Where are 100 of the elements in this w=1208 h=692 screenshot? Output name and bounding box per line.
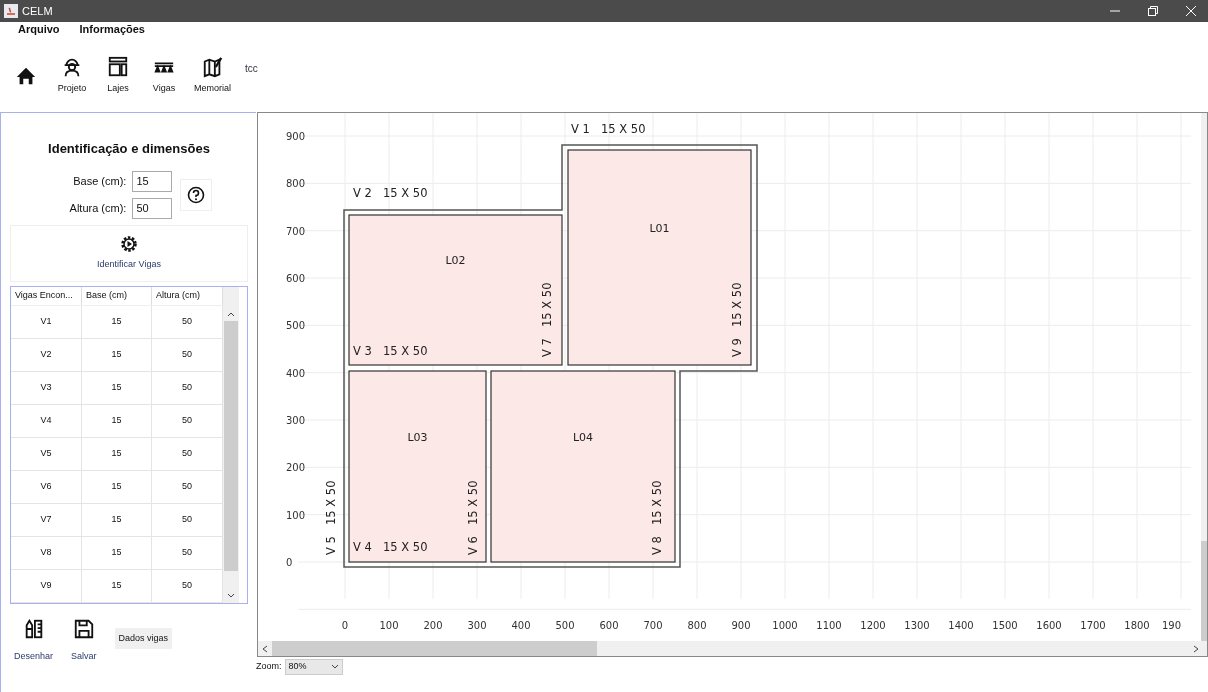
beam-name: V 8: [650, 536, 664, 555]
slab-label: L03: [407, 430, 428, 444]
x-axis-label: 1200: [860, 620, 886, 631]
help-button[interactable]: [180, 178, 213, 211]
project-name: tcc: [245, 61, 258, 76]
x-axis-label: 1400: [948, 620, 974, 631]
x-axis-label: 190: [1162, 620, 1182, 631]
beam-name: V 5: [324, 536, 338, 555]
y-axis-label: 400: [286, 367, 306, 379]
gear-icon: [119, 234, 139, 255]
beam-name: V 3: [353, 344, 372, 358]
table-cell: 15: [82, 305, 152, 338]
table-cell: V4: [11, 404, 82, 437]
beam-section: 15 X 50: [383, 186, 428, 200]
table-cell: 15: [82, 536, 152, 569]
toolbar-button[interactable]: Memorial: [194, 52, 231, 96]
slab[interactable]: [348, 370, 487, 563]
y-axis-label: 300: [286, 415, 306, 426]
table-cell: 15: [82, 503, 152, 536]
y-axis-label: 0: [286, 557, 293, 568]
beam-section: 15 X 50: [324, 480, 338, 525]
home-icon: [15, 65, 37, 87]
table-cell: 15: [82, 569, 152, 602]
y-axis-label: 500: [286, 320, 306, 332]
x-axis-label: 900: [731, 620, 751, 631]
y-axis-label: 800: [286, 178, 306, 190]
beam-name: V 2: [353, 186, 372, 200]
table-cell: V3: [11, 371, 82, 404]
menu-item[interactable]: Informações: [79, 20, 145, 38]
table-cell: 15: [82, 371, 152, 404]
x-axis-label: 400: [511, 620, 531, 631]
table-cell: 15: [82, 404, 152, 437]
slab-label: L02: [445, 254, 466, 267]
slab[interactable]: [490, 370, 676, 563]
x-axis-label: 1000: [772, 620, 798, 631]
x-axis-label: 1300: [904, 620, 930, 631]
beam-section: 15 X 50: [730, 282, 744, 327]
help-icon: [187, 185, 206, 204]
field-label: Base (cm):: [73, 173, 127, 189]
form-title: Identificação e dimensões: [47, 140, 211, 158]
chevron-down-icon: [330, 664, 339, 670]
drawing-canvas[interactable]: [257, 112, 1208, 657]
beam-name: V 1: [571, 122, 590, 136]
field-label: Altura (cm):: [69, 200, 127, 216]
beam-name: V 6: [466, 536, 480, 555]
beam-section: 15 X 50: [540, 282, 554, 327]
data-tab[interactable]: Dados vigas: [114, 627, 173, 649]
slab-label: L04: [572, 430, 594, 444]
beam-section: 15 X 50: [383, 344, 428, 358]
identify-beams-button[interactable]: Identificar Vigas: [10, 224, 248, 282]
x-axis-label: 100: [379, 620, 399, 631]
table-cell: 15: [82, 338, 152, 371]
save-icon: [72, 617, 95, 640]
beam-section: 15 X 50: [383, 540, 428, 554]
slab[interactable]: [348, 214, 563, 366]
x-axis-label: 200: [423, 620, 443, 631]
dimension-field[interactable]: 50: [132, 197, 173, 219]
table-cell: V8: [11, 536, 82, 569]
beam-section: 15 X 50: [466, 480, 480, 525]
x-axis-label: 1800: [1124, 620, 1150, 631]
slab-label: L01: [649, 221, 670, 235]
dimension-field[interactable]: 15: [132, 170, 173, 192]
column-header[interactable]: Vigas Encon...: [11, 286, 82, 305]
zoom-dropdown[interactable]: 80%: [284, 659, 343, 675]
x-axis-label: 0: [341, 620, 349, 631]
layout-icon: [107, 56, 129, 79]
table-cell: V2: [11, 338, 82, 371]
table-cell: 15: [82, 470, 152, 503]
toolbar-button[interactable]: Projeto: [56, 52, 88, 96]
x-axis-label: 500: [555, 620, 575, 631]
table-cell: V1: [11, 305, 82, 338]
x-axis-label: 1100: [816, 620, 842, 631]
slab[interactable]: [567, 149, 752, 366]
window-title: CELM: [22, 3, 54, 19]
map-icon: [201, 56, 224, 79]
app-icon: [4, 4, 18, 18]
menu-item[interactable]: Arquivo: [18, 20, 60, 38]
x-axis-label: 1500: [992, 620, 1018, 631]
toolbar-button[interactable]: Vigas: [148, 52, 180, 96]
beam-name: V 4: [353, 540, 372, 554]
beam-section: 15 X 50: [650, 480, 664, 525]
tool-button[interactable]: Desenhar: [14, 617, 54, 663]
table-cell: V9: [11, 569, 82, 602]
y-axis-label: 600: [286, 273, 306, 284]
y-axis-label: 200: [286, 462, 306, 474]
table-cell: V5: [11, 437, 82, 470]
x-axis-label: 1700: [1080, 620, 1106, 631]
x-axis-label: 800: [687, 620, 707, 631]
restore-icon[interactable]: [1148, 6, 1158, 16]
tool-button[interactable]: Salvar: [71, 617, 97, 663]
close-icon[interactable]: [1186, 6, 1196, 16]
toolbar-button[interactable]: Lajes: [102, 52, 134, 96]
y-axis-label: 700: [286, 225, 306, 237]
x-axis-label: 600: [599, 620, 619, 631]
table-cell: 15: [82, 437, 152, 470]
column-header[interactable]: Base (cm): [82, 286, 152, 305]
table-cell: V7: [11, 503, 82, 536]
beam-name: V 7: [540, 338, 554, 357]
beam-section: 15 X 50: [601, 122, 646, 136]
y-axis-label: 900: [286, 131, 306, 143]
